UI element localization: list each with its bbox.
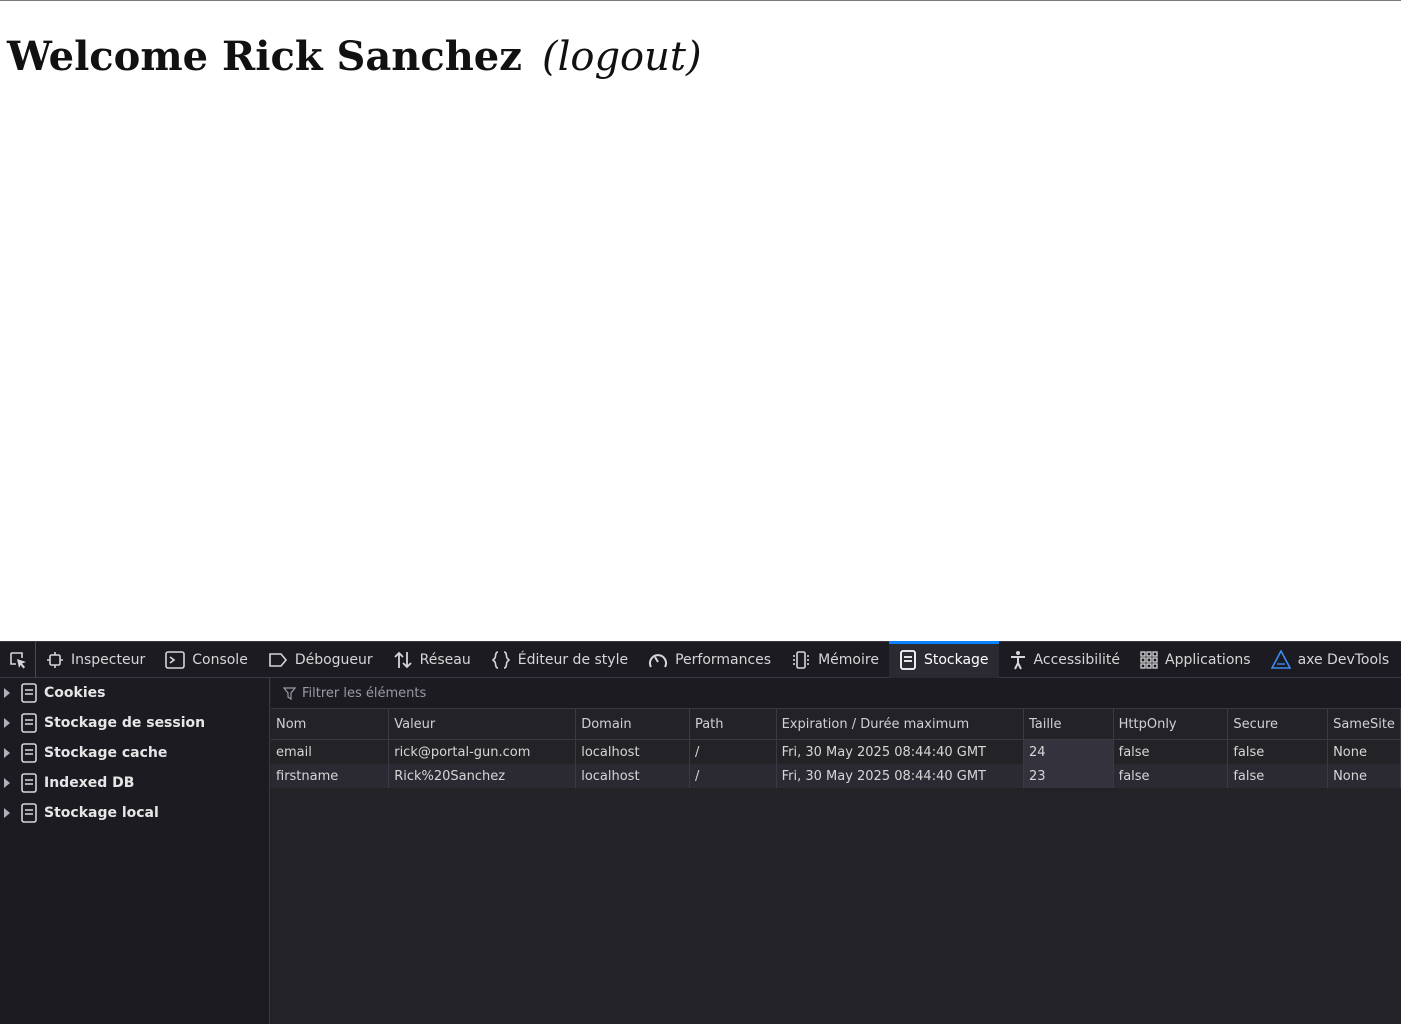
tab-console[interactable]: Console bbox=[155, 642, 258, 678]
tab-applications[interactable]: Applications bbox=[1130, 642, 1261, 678]
tab-axe-devtools[interactable]: axe DevTools bbox=[1261, 642, 1400, 678]
tab-label: Stockage bbox=[923, 651, 989, 668]
expand-arrow-icon[interactable] bbox=[4, 718, 10, 728]
column-header-samesite[interactable]: SameSite bbox=[1327, 709, 1401, 740]
cell-expiration[interactable]: Fri, 30 May 2025 08:44:40 GMT bbox=[776, 764, 1024, 788]
applications-icon bbox=[1140, 650, 1158, 669]
table-row[interactable]: email rick@portal-gun.com localhost / Fr… bbox=[271, 739, 1401, 764]
column-header-expiration[interactable]: Expiration / Durée maximum bbox=[776, 709, 1024, 740]
web-page: Welcome Rick Sanchez (logout) bbox=[0, 0, 1401, 641]
storage-sidebar: Cookies Stockage de session Stockage cac… bbox=[0, 678, 270, 1024]
tab-reseau[interactable]: Réseau bbox=[383, 642, 481, 678]
tab-label: axe DevTools bbox=[1297, 651, 1390, 668]
memory-icon bbox=[793, 650, 809, 669]
filter-bar bbox=[271, 678, 1401, 709]
storage-icon bbox=[900, 649, 916, 670]
cell-httponly[interactable]: false bbox=[1113, 739, 1229, 764]
welcome-text: Welcome Rick Sanchez bbox=[7, 33, 522, 80]
devtools-panel: Inspecteur Console Débogueur Réseau Édit… bbox=[0, 640, 1401, 1024]
welcome-heading: Welcome Rick Sanchez (logout) bbox=[7, 33, 702, 81]
tab-label: Inspecteur bbox=[71, 651, 146, 668]
filter-input[interactable] bbox=[302, 685, 702, 701]
tab-label: Accessibilité bbox=[1033, 651, 1121, 668]
cell-valeur[interactable]: rick@portal-gun.com bbox=[388, 739, 577, 764]
column-header-httponly[interactable]: HttpOnly bbox=[1113, 709, 1229, 740]
tab-debogueur[interactable]: Débogueur bbox=[258, 642, 383, 678]
sidebar-item-label: Stockage cache bbox=[44, 745, 168, 761]
element-picker-icon bbox=[9, 651, 26, 668]
inspector-icon bbox=[47, 651, 63, 668]
cell-expiration[interactable]: Fri, 30 May 2025 08:44:40 GMT bbox=[776, 739, 1024, 764]
element-picker-button[interactable] bbox=[0, 641, 36, 678]
sidebar-item-session-storage[interactable]: Stockage de session bbox=[0, 708, 269, 738]
cell-valeur[interactable]: Rick%20Sanchez bbox=[388, 764, 577, 788]
sidebar-item-label: Stockage de session bbox=[44, 715, 206, 731]
column-header-path[interactable]: Path bbox=[689, 709, 777, 740]
cell-samesite[interactable]: None bbox=[1327, 739, 1401, 764]
tab-label: Applications bbox=[1165, 651, 1251, 668]
tab-inspecteur[interactable]: Inspecteur bbox=[36, 642, 155, 678]
tab-label: Mémoire bbox=[818, 651, 879, 668]
sidebar-item-indexed-db[interactable]: Indexed DB bbox=[0, 768, 269, 798]
performance-icon bbox=[649, 653, 668, 667]
sidebar-item-label: Cookies bbox=[44, 685, 106, 701]
sidebar-item-label: Indexed DB bbox=[44, 775, 135, 791]
sidebar-item-cookies[interactable]: Cookies bbox=[0, 678, 269, 708]
cell-samesite[interactable]: None bbox=[1327, 764, 1401, 788]
cell-nom[interactable]: firstname bbox=[271, 764, 390, 788]
devtools-toolbar: Inspecteur Console Débogueur Réseau Édit… bbox=[0, 640, 1401, 678]
column-header-nom[interactable]: Nom bbox=[271, 709, 390, 740]
tab-editeur-de-style[interactable]: Éditeur de style bbox=[481, 642, 638, 678]
accessibility-icon bbox=[1010, 650, 1025, 669]
table-row[interactable]: firstname Rick%20Sanchez localhost / Fri… bbox=[271, 764, 1401, 788]
table-header-row: Nom Valeur Domain Path Expiration / Duré… bbox=[271, 709, 1401, 740]
storage-icon bbox=[21, 713, 37, 733]
console-icon bbox=[165, 650, 186, 669]
network-icon bbox=[394, 651, 412, 668]
sidebar-item-label: Stockage local bbox=[44, 805, 159, 821]
cell-path[interactable]: / bbox=[689, 764, 777, 788]
tab-accessibilite[interactable]: Accessibilité bbox=[999, 642, 1130, 678]
storage-icon bbox=[21, 683, 37, 703]
cell-taille[interactable]: 24 bbox=[1023, 739, 1114, 764]
storage-icon bbox=[21, 743, 37, 763]
column-header-taille[interactable]: Taille bbox=[1023, 709, 1114, 740]
cell-path[interactable]: / bbox=[689, 739, 777, 764]
tab-label: Débogueur bbox=[294, 651, 373, 668]
tab-label: Éditeur de style bbox=[517, 651, 629, 668]
column-header-secure[interactable]: Secure bbox=[1227, 709, 1329, 740]
cell-taille[interactable]: 23 bbox=[1023, 764, 1114, 788]
tab-performances[interactable]: Performances bbox=[638, 642, 781, 678]
sidebar-item-cache-storage[interactable]: Stockage cache bbox=[0, 738, 269, 768]
logout-link[interactable]: (logout) bbox=[542, 34, 702, 80]
expand-arrow-icon[interactable] bbox=[4, 688, 10, 698]
style-editor-icon bbox=[491, 650, 510, 669]
cell-nom[interactable]: email bbox=[271, 739, 390, 764]
filter-icon bbox=[283, 686, 296, 700]
tab-label: Réseau bbox=[419, 651, 471, 668]
tab-stockage[interactable]: Stockage bbox=[888, 640, 999, 678]
cell-httponly[interactable]: false bbox=[1113, 764, 1229, 788]
expand-arrow-icon[interactable] bbox=[4, 778, 10, 788]
tab-label: Console bbox=[192, 651, 248, 668]
cell-domain[interactable]: localhost bbox=[575, 764, 690, 788]
tab-memoire[interactable]: Mémoire bbox=[781, 642, 889, 678]
storage-main-panel: Nom Valeur Domain Path Expiration / Duré… bbox=[271, 678, 1401, 1024]
debugger-icon bbox=[269, 652, 287, 667]
cell-secure[interactable]: false bbox=[1227, 739, 1329, 764]
tab-label: Performances bbox=[675, 651, 772, 668]
column-header-domain[interactable]: Domain bbox=[575, 709, 690, 740]
expand-arrow-icon[interactable] bbox=[4, 808, 10, 818]
cookies-table: Nom Valeur Domain Path Expiration / Duré… bbox=[271, 709, 1401, 788]
expand-arrow-icon[interactable] bbox=[4, 748, 10, 758]
storage-icon bbox=[21, 803, 37, 823]
storage-icon bbox=[21, 773, 37, 793]
sidebar-item-local-storage[interactable]: Stockage local bbox=[0, 798, 269, 828]
axe-icon bbox=[1270, 649, 1291, 669]
column-header-valeur[interactable]: Valeur bbox=[388, 709, 577, 740]
cell-domain[interactable]: localhost bbox=[575, 739, 690, 764]
cell-secure[interactable]: false bbox=[1227, 764, 1329, 788]
